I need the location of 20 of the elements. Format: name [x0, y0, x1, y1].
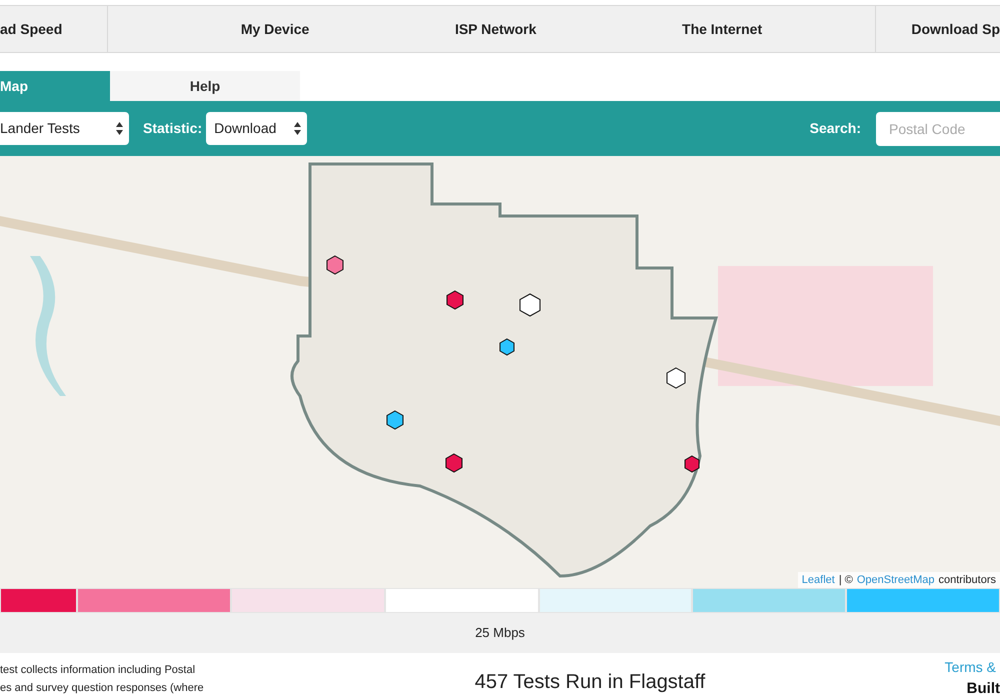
nav-link[interactable]: ad Speed	[0, 18, 62, 40]
tests-count-title: 457 Tests Run in Flagstaff	[474, 670, 706, 695]
built-text: Built	[966, 680, 1000, 698]
attribution-text: contributors	[938, 572, 996, 588]
search-field[interactable]: Postal Code	[876, 112, 1000, 146]
nav-link[interactable]: My Device	[240, 18, 310, 40]
updown-caret-icon	[116, 122, 123, 135]
nav-link[interactable]: ISP Network	[454, 18, 536, 40]
updown-caret-icon	[294, 122, 302, 135]
notice-text: test collects information including Postal	[0, 663, 196, 677]
legend-label: 25 Mbps	[475, 624, 525, 642]
dropdown[interactable]: Lander Tests	[0, 112, 129, 145]
tab[interactable]: Help	[110, 71, 300, 101]
attribution-text: | ©	[838, 572, 853, 588]
nav-link[interactable]: Download Sp	[911, 18, 1000, 40]
nav-link[interactable]: The Internet	[682, 18, 762, 40]
search-label: Search:	[810, 119, 861, 138]
statistic-label: Statistic:	[143, 119, 202, 138]
dropdown[interactable]: Download	[206, 112, 308, 145]
notice-text: es and survey question responses (where	[0, 681, 205, 695]
